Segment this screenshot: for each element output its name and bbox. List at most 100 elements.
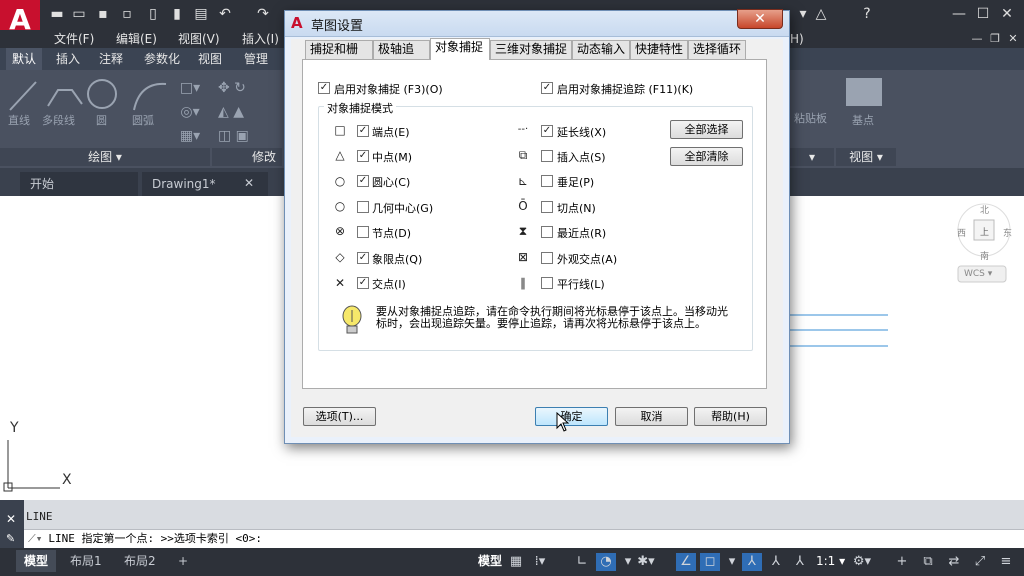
a360-icon[interactable]: △ xyxy=(812,5,830,23)
tool-circle[interactable]: 圆 xyxy=(96,112,107,128)
geometric-center-checkbox[interactable] xyxy=(357,201,369,213)
tab-dynamic-input[interactable]: 动态输入 xyxy=(572,40,630,59)
view-section-label[interactable]: 视图 ▾ xyxy=(836,148,896,166)
snap-icon[interactable]: ⁞▾ xyxy=(530,553,550,571)
draw-extra-icons[interactable]: □▾ ◎▾ ▦▾ xyxy=(170,76,210,146)
midpoint-checkbox[interactable]: ✓ xyxy=(357,150,369,162)
menu-file[interactable]: 文件(F) xyxy=(54,30,94,48)
node-checkbox[interactable] xyxy=(357,226,369,238)
menu-insert[interactable]: 插入(I) xyxy=(242,30,279,48)
osnap-icon[interactable]: ◻ xyxy=(700,553,720,571)
menu-view[interactable]: 视图(V) xyxy=(178,30,220,48)
grid-icon[interactable]: ▦ xyxy=(506,553,526,571)
command-line[interactable]: ⟋▾ LINE 指定第一个点: >>选项卡索引 <0>: xyxy=(24,529,1024,548)
base-point-icon[interactable] xyxy=(846,78,882,106)
saveas-icon[interactable]: ▫ xyxy=(118,5,136,23)
add-layout-button[interactable]: + xyxy=(170,550,196,572)
modify-section-label[interactable]: 修改 xyxy=(212,148,282,166)
annotation-icon[interactable]: ⅄ xyxy=(742,553,762,571)
tab-polar[interactable]: 极轴追踪 xyxy=(373,40,430,73)
tab-snap-grid[interactable]: 捕捉和栅格 xyxy=(305,40,373,73)
tab-quick-properties[interactable]: 快捷特性 xyxy=(630,40,688,59)
ortho-icon[interactable]: ∟ xyxy=(572,553,592,571)
insertion-checkbox[interactable] xyxy=(541,150,553,162)
enable-track-checkbox[interactable]: ✓ xyxy=(541,82,553,94)
annotation-autoscale-icon[interactable]: ⅄ xyxy=(790,553,810,571)
tab-selection-cycling[interactable]: 选择循环 xyxy=(688,40,746,59)
dialog-close-button[interactable]: ✕ xyxy=(737,9,783,29)
save-icon[interactable]: ▪ xyxy=(94,5,112,23)
help-button[interactable]: 帮助(H) xyxy=(694,407,767,426)
doc-tab-close-icon[interactable]: ✕ xyxy=(244,176,254,190)
ribbon-tab-parametric[interactable]: 参数化 xyxy=(138,48,186,70)
fullscreen-icon[interactable]: ⤢ xyxy=(970,553,990,571)
workspace-icon[interactable]: ⚙▾ xyxy=(852,553,872,571)
intersection-checkbox[interactable]: ✓ xyxy=(357,277,369,289)
command-prompt-icon[interactable]: ⟋▾ xyxy=(24,532,48,545)
annotation-scale[interactable]: 1:1 ▾ xyxy=(808,550,853,572)
center-checkbox[interactable]: ✓ xyxy=(357,175,369,187)
doc-close-icon[interactable]: ✕ xyxy=(1002,30,1024,46)
clear-all-button[interactable]: 全部清除 xyxy=(670,147,743,166)
print-icon[interactable]: ▤ xyxy=(192,5,210,23)
tangent-checkbox[interactable] xyxy=(541,201,553,213)
layout-tab-model[interactable]: 模型 xyxy=(16,550,57,572)
polar-icon[interactable]: ◔ xyxy=(596,553,616,571)
layout-tab-2[interactable]: 布局2 xyxy=(116,550,164,572)
quick-properties-icon[interactable]: ⇄ xyxy=(944,553,964,571)
nearest-checkbox[interactable] xyxy=(541,226,553,238)
layout-tab-1[interactable]: 布局1 xyxy=(62,550,110,572)
tool-arc[interactable]: 圆弧 xyxy=(132,112,154,128)
menu-edit[interactable]: 编辑(E) xyxy=(116,30,157,48)
customize-icon[interactable]: ≡ xyxy=(996,553,1016,571)
polar-menu-icon[interactable]: ▾ xyxy=(618,553,638,571)
ribbon-tab-view[interactable]: 视图 xyxy=(192,48,228,70)
draw-section-label[interactable]: 绘图 ▾ xyxy=(0,148,210,166)
dialog-title-bar[interactable]: A 草图设置 xyxy=(285,11,789,37)
isodraft-icon[interactable]: ✱▾ xyxy=(636,553,656,571)
quadrant-checkbox[interactable]: ✓ xyxy=(357,252,369,264)
tool-polyline[interactable]: 多段线 xyxy=(42,112,75,128)
undo-icon[interactable]: ↶ xyxy=(216,5,234,23)
tab-3d-osnap[interactable]: 三维对象捕捉 xyxy=(490,40,572,59)
extension-checkbox[interactable]: ✓ xyxy=(541,125,553,137)
menu-help[interactable]: H) xyxy=(790,30,804,48)
wcs-menu[interactable]: WCS ▾ xyxy=(964,269,992,279)
tab-osnap[interactable]: 对象捕捉 xyxy=(430,38,490,60)
maximize-icon[interactable]: ☐ xyxy=(972,5,994,23)
viewcube-west[interactable]: 西 xyxy=(957,226,966,239)
perpendicular-checkbox[interactable] xyxy=(541,175,553,187)
command-customize-icon[interactable]: ✎ xyxy=(6,532,15,545)
model-space-button[interactable]: 模型 xyxy=(470,550,510,572)
viewcube-south[interactable]: 南 xyxy=(980,249,989,262)
parallel-checkbox[interactable] xyxy=(541,277,553,289)
annotation-visibility-icon[interactable]: ⅄ xyxy=(766,553,786,571)
doc-tab-start[interactable]: 开始 xyxy=(20,172,138,196)
redo-icon[interactable]: ↷ xyxy=(254,5,272,23)
help-icon[interactable]: ? xyxy=(858,5,876,23)
new-icon[interactable]: ▬ xyxy=(48,5,66,23)
units-icon[interactable]: ⧉ xyxy=(918,553,938,571)
ribbon-tab-default[interactable]: 默认 xyxy=(6,48,43,70)
osnap-menu-icon[interactable]: ▾ xyxy=(722,553,742,571)
command-close-icon[interactable]: ✕ xyxy=(6,512,16,526)
enable-osnap-checkbox[interactable]: ✓ xyxy=(318,82,330,94)
options-button[interactable]: 选项(T)... xyxy=(303,407,376,426)
export-icon[interactable]: ▮ xyxy=(168,5,186,23)
ok-button[interactable]: 确定 xyxy=(535,407,608,426)
tool-line[interactable]: 直线 xyxy=(8,112,30,128)
web-icon[interactable]: ▯ xyxy=(144,5,162,23)
viewcube-top[interactable]: 上 xyxy=(980,225,989,238)
ribbon-tab-insert[interactable]: 插入 xyxy=(50,48,86,70)
apparent-intersection-checkbox[interactable] xyxy=(541,252,553,264)
tool-base-point[interactable]: 基点 xyxy=(852,112,874,128)
select-all-button[interactable]: 全部选择 xyxy=(670,120,743,139)
modify-icons[interactable]: ✥ ↻ ◭ ▲ ◫ ▣ xyxy=(212,76,280,146)
annotation-monitor-icon[interactable]: + xyxy=(892,553,912,571)
viewcube-north[interactable]: 北 xyxy=(980,203,989,216)
osnap-track-icon[interactable]: ∠ xyxy=(676,553,696,571)
endpoint-checkbox[interactable]: ✓ xyxy=(357,125,369,137)
viewcube-east[interactable]: 东 xyxy=(1003,226,1012,239)
open-icon[interactable]: ▭ xyxy=(70,5,88,23)
ribbon-tab-annotate[interactable]: 注释 xyxy=(93,48,129,70)
